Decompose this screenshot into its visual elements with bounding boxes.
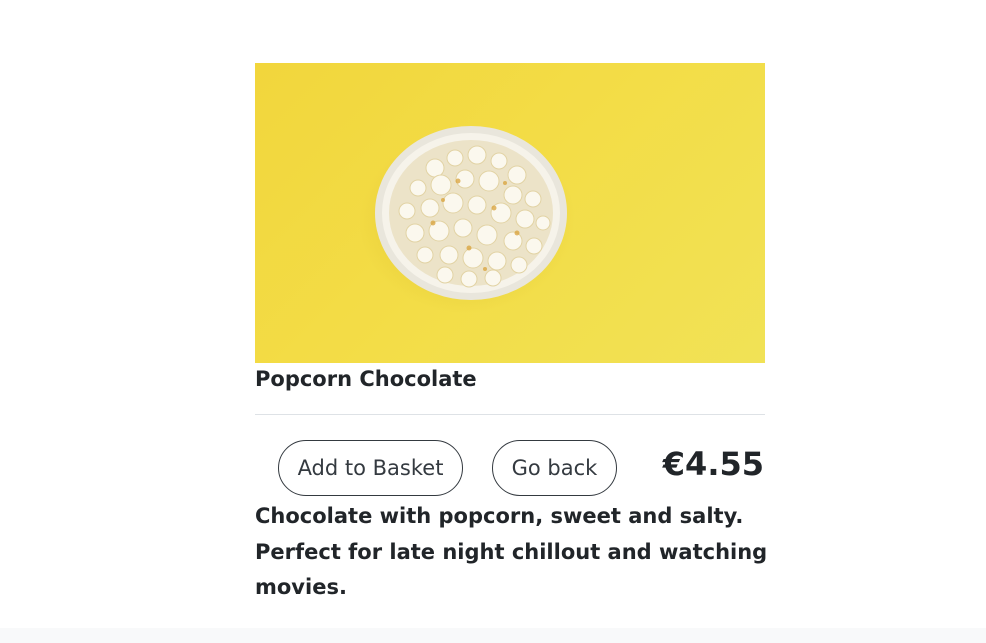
product-image xyxy=(255,63,765,363)
footer xyxy=(0,628,986,643)
popcorn-bowl-illustration xyxy=(359,126,575,313)
divider xyxy=(255,414,765,415)
product-description: Chocolate with popcorn, sweet and salty.… xyxy=(255,504,768,599)
product-title: Popcorn Chocolate xyxy=(255,367,477,391)
go-back-button[interactable]: Go back xyxy=(492,440,617,496)
product-detail-page: Popcorn Chocolate Add to Basket Go back … xyxy=(0,0,986,643)
add-to-basket-button[interactable]: Add to Basket xyxy=(278,440,463,496)
product-price: €4.55 xyxy=(662,445,764,483)
